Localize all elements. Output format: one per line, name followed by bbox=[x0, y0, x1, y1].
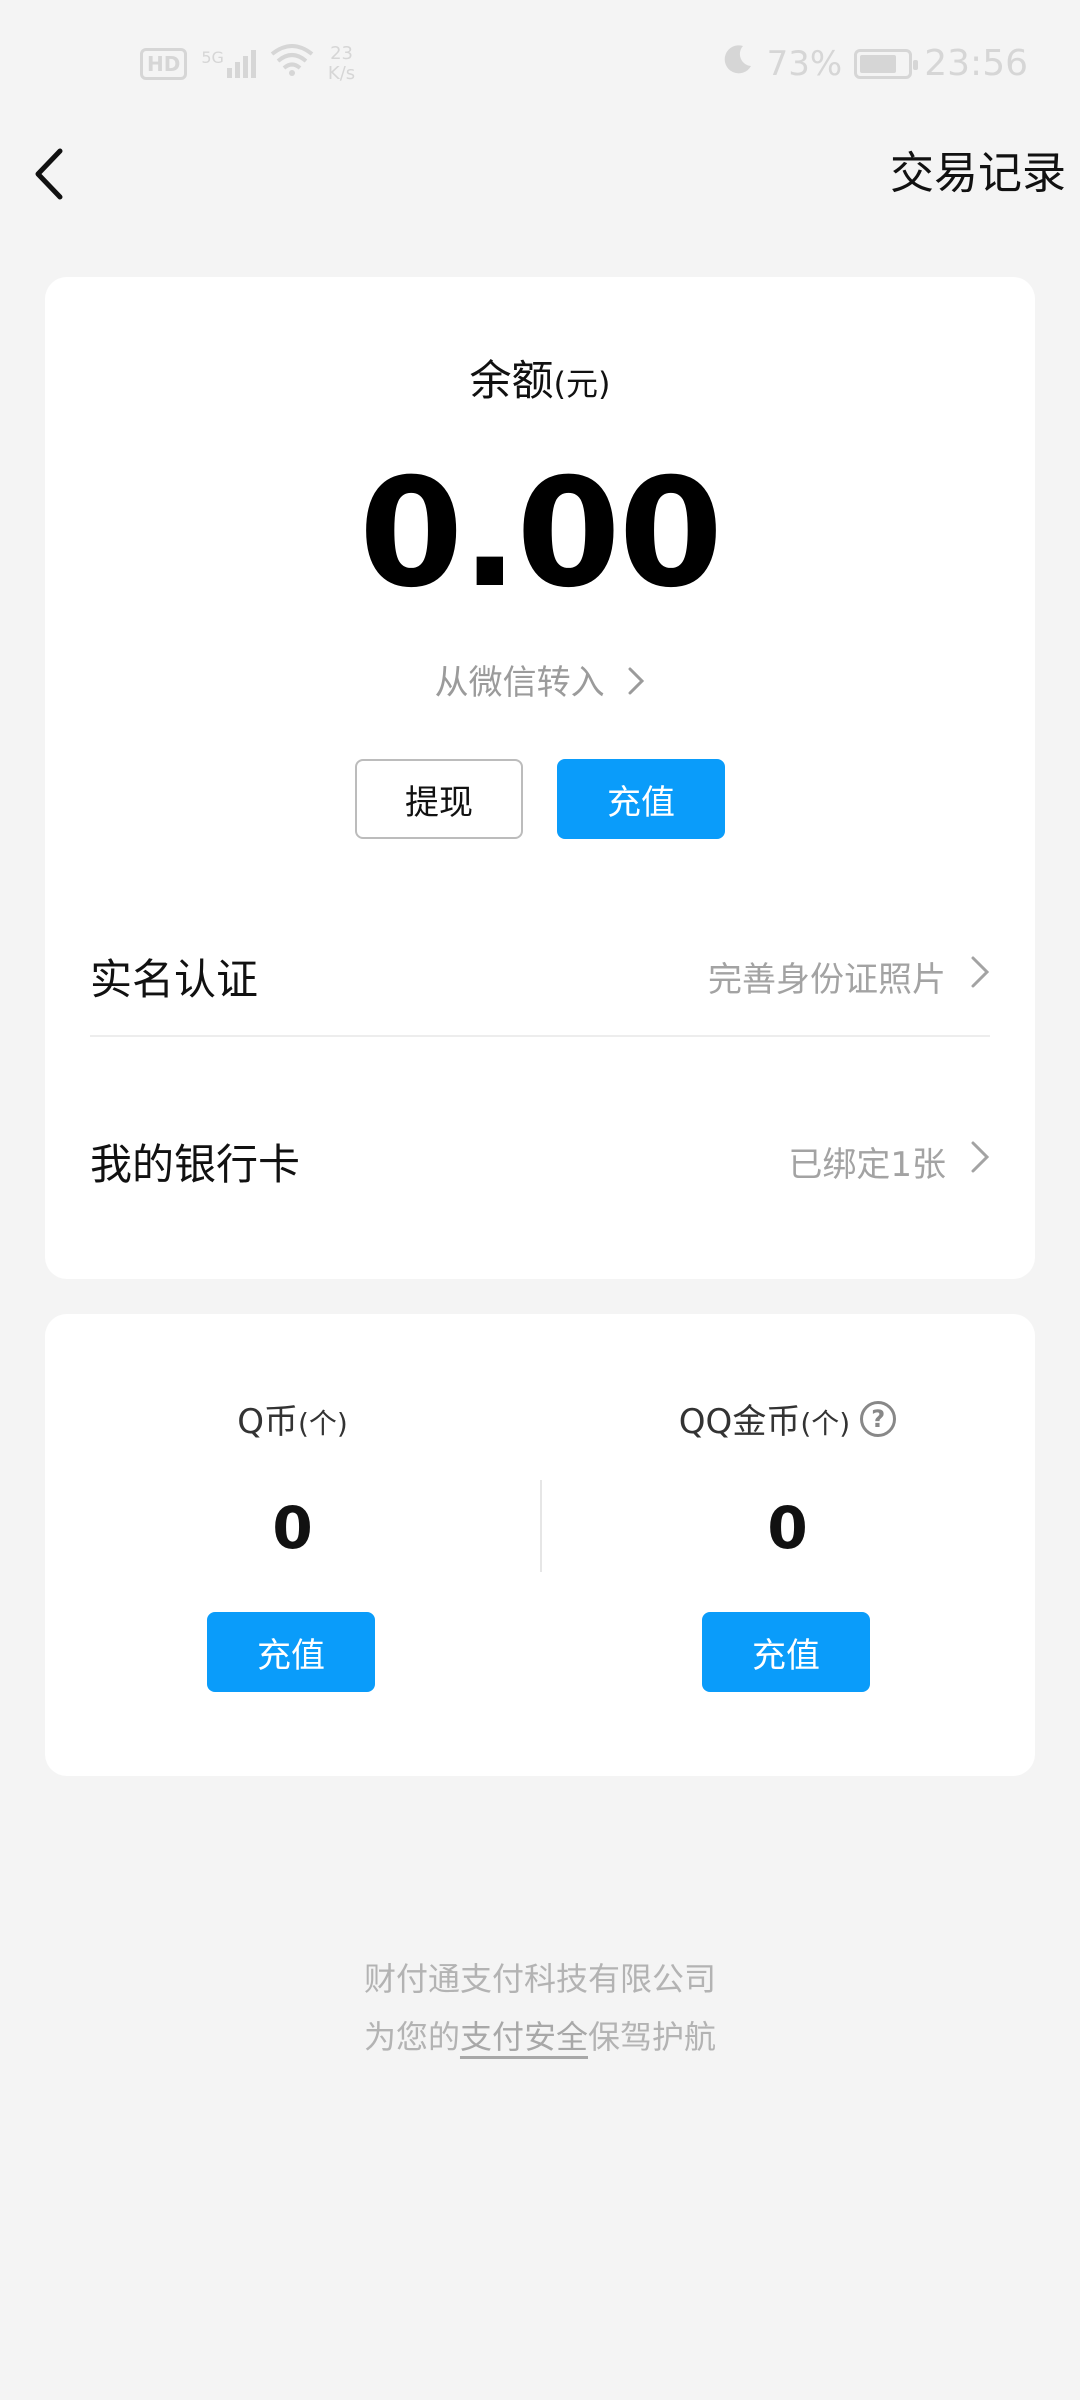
net-speed-unit: K/s bbox=[327, 62, 356, 84]
balance-label-text: 余额 bbox=[469, 356, 554, 405]
qcoin-section: Q币(个) 0 充值 bbox=[45, 1394, 540, 1724]
coins-card: Q币(个) 0 充值 QQ金币(个) ? 0 充值 bbox=[45, 1314, 1035, 1776]
net-speed: 23 K/s bbox=[327, 42, 356, 84]
row-label: 实名认证 bbox=[90, 954, 259, 1004]
footer-company: 财付通支付科技有限公司 bbox=[363, 1960, 716, 1998]
chevron-left-icon bbox=[35, 148, 63, 200]
qcoin-recharge-button[interactable]: 充值 bbox=[207, 1612, 375, 1692]
footer-slogan-suffix: 保驾护航 bbox=[588, 2018, 717, 2056]
row-right: 已绑定1张 bbox=[788, 1137, 990, 1186]
transfer-from-wechat-link[interactable]: 从微信转入 bbox=[45, 655, 1035, 705]
chevron-right-icon bbox=[627, 665, 645, 705]
row-value: 已绑定1张 bbox=[788, 1144, 946, 1185]
nav-bar: 交易记录 bbox=[0, 130, 1080, 220]
wallet-page: HD 5G 23 K/s 73% 23:56 交易记录 余额(元) 0.00 从… bbox=[0, 0, 1080, 2400]
moon-icon bbox=[721, 42, 755, 85]
chevron-right-icon bbox=[970, 955, 990, 998]
real-name-verification-row[interactable]: 实名认证 完善身份证照片 bbox=[90, 917, 990, 1037]
row-right: 完善身份证照片 bbox=[708, 952, 990, 1001]
balance-card: 余额(元) 0.00 从微信转入 提现 充值 实名认证 完善身份证照片 我的银行… bbox=[45, 277, 1035, 1279]
wifi-icon bbox=[270, 42, 314, 85]
qcoin-label: Q币(个) bbox=[45, 1394, 540, 1443]
signal-icon: 5G bbox=[201, 47, 256, 78]
qqgold-section: QQ金币(个) ? 0 充值 bbox=[540, 1394, 1035, 1724]
signal-label: 5G bbox=[201, 47, 224, 67]
qcoin-unit: (个) bbox=[297, 1407, 348, 1440]
battery-icon bbox=[854, 48, 919, 79]
status-bar: HD 5G 23 K/s 73% 23:56 bbox=[0, 0, 1080, 130]
balance-label: 余额(元) bbox=[45, 347, 1035, 408]
back-button[interactable] bbox=[18, 144, 78, 204]
status-right: 73% 23:56 bbox=[721, 42, 1028, 85]
balance-unit: (元) bbox=[553, 365, 611, 403]
chevron-right-icon bbox=[970, 1140, 990, 1183]
qqgold-label: QQ金币(个) ? bbox=[540, 1394, 1035, 1443]
help-icon[interactable]: ? bbox=[860, 1400, 897, 1437]
status-left: HD 5G 23 K/s bbox=[140, 42, 355, 85]
transaction-history-link[interactable]: 交易记录 bbox=[890, 144, 1066, 204]
qcoin-value: 0 bbox=[272, 1494, 313, 1562]
qqgold-value: 0 bbox=[767, 1494, 808, 1562]
qqgold-label-text: QQ金币 bbox=[678, 1402, 801, 1442]
payment-security-link[interactable]: 支付安全 bbox=[460, 2018, 588, 2056]
footer: 财付通支付科技有限公司 为您的支付安全保驾护航 bbox=[0, 1950, 1080, 2066]
footer-slogan-prefix: 为您的 bbox=[363, 2018, 460, 2056]
balance-actions: 提现 充值 bbox=[45, 759, 1035, 839]
battery-percent: 73% bbox=[766, 43, 843, 84]
qcoin-label-text: Q币 bbox=[237, 1402, 298, 1442]
qqgold-recharge-button[interactable]: 充值 bbox=[702, 1612, 870, 1692]
net-speed-value: 23 bbox=[330, 42, 353, 64]
recharge-button[interactable]: 充值 bbox=[557, 759, 725, 839]
footer-slogan: 为您的支付安全保驾护航 bbox=[0, 2008, 1080, 2066]
hd-badge: HD bbox=[140, 47, 188, 80]
status-time: 23:56 bbox=[924, 43, 1028, 84]
row-label: 我的银行卡 bbox=[90, 1139, 301, 1189]
row-value: 完善身份证照片 bbox=[708, 959, 946, 1000]
transfer-link-text: 从微信转入 bbox=[434, 663, 605, 703]
balance-amount: 0.00 bbox=[358, 447, 723, 621]
withdraw-button[interactable]: 提现 bbox=[355, 759, 523, 839]
my-bank-card-row[interactable]: 我的银行卡 已绑定1张 bbox=[90, 1101, 990, 1221]
qqgold-unit: (个) bbox=[800, 1407, 851, 1440]
